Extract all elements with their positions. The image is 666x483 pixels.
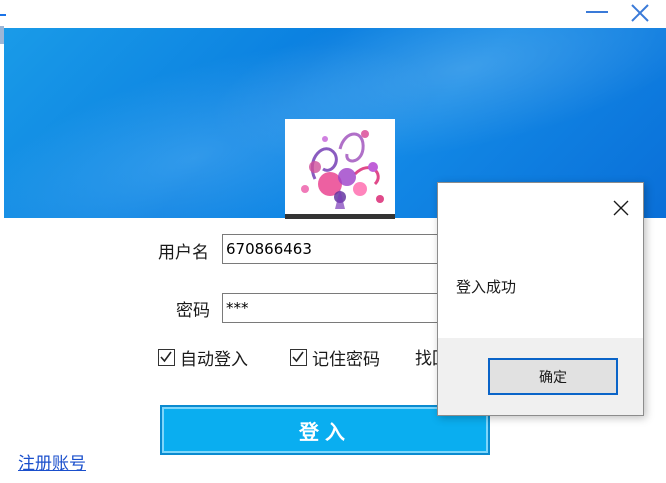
avatar[interactable] [285,119,395,219]
auto-login-checkbox[interactable]: 自动登入 [158,345,248,370]
register-link[interactable]: 注册账号 [18,449,86,474]
close-icon [631,4,649,22]
username-label: 用户名 [158,243,209,263]
dialog-message: 登入成功 [456,278,517,296]
remember-password-checkbox[interactable]: 记住密码 [290,345,380,370]
remember-password-label: 记住密码 [312,350,380,370]
password-label: 密码 [176,301,210,321]
avatar-image [285,119,395,219]
window-edge-accent [0,14,6,16]
message-dialog: 登入成功 确定 [437,182,644,416]
auto-login-label: 自动登入 [180,350,248,370]
username-input[interactable] [222,234,452,264]
dialog-close-button[interactable] [613,200,629,216]
title-bar [0,0,666,28]
close-button[interactable] [622,0,658,26]
checkbox-checked-icon [158,349,175,366]
close-icon [613,200,629,216]
checkbox-checked-icon [290,349,307,366]
ok-button[interactable]: 确定 [488,358,618,395]
minimize-icon [586,11,608,13]
password-input[interactable] [222,293,452,323]
dialog-footer: 确定 [438,338,643,415]
minimize-button[interactable] [580,0,616,26]
